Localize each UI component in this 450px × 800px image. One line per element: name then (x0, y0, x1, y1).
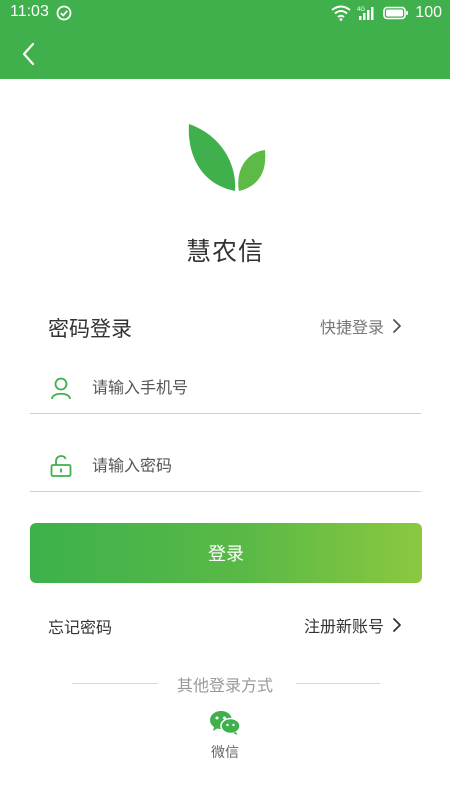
register-label: 注册新账号 (303, 617, 384, 636)
login-title: 密码登录 (48, 317, 132, 341)
forgot-password-link[interactable]: 忘记密码 (48, 614, 112, 638)
wechat-login-button[interactable]: 微信 (195, 710, 255, 762)
user-icon (30, 376, 92, 400)
app-header: 11:03 4G 100 (0, 0, 450, 79)
password-field (30, 440, 421, 492)
leaf-logo-icon (188, 124, 266, 191)
other-login-label: 其他登录方式 (176, 676, 273, 695)
lock-icon (30, 454, 92, 478)
quick-login-label: 快捷登录 (319, 318, 384, 337)
wechat-icon (210, 711, 241, 735)
quick-login-link[interactable]: 快捷登录 (320, 314, 402, 338)
status-bar: 11:03 4G 100 (0, 0, 450, 26)
chevron-left-icon (22, 42, 35, 66)
app-name: 慧农信 (185, 237, 264, 266)
phone-field (30, 362, 421, 414)
status-indicators: 4G 100 (331, 3, 442, 23)
chevron-right-icon (393, 618, 401, 632)
check-circle-icon (56, 5, 72, 21)
battery-icon (383, 6, 409, 20)
back-button[interactable] (12, 38, 44, 70)
wechat-label: 微信 (211, 745, 239, 761)
divider-right (296, 683, 380, 684)
battery-level: 100 (415, 4, 442, 21)
chevron-right-icon (393, 319, 401, 333)
signal-icon: 4G (357, 7, 374, 20)
svg-text:4G: 4G (357, 7, 365, 13)
password-input[interactable] (92, 456, 392, 475)
wifi-icon (331, 5, 351, 21)
phone-input[interactable] (92, 378, 392, 397)
register-link[interactable]: 注册新账号 (304, 613, 402, 637)
status-time: 11:03 (10, 3, 49, 20)
login-button[interactable]: 登录 (30, 523, 422, 583)
